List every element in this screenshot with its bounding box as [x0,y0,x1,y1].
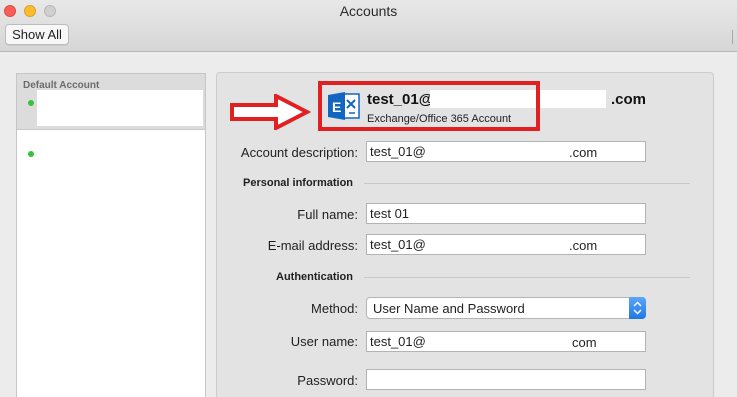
authentication-heading: Authentication [276,271,353,283]
user-name-field[interactable]: test_01@ com [366,331,646,352]
password-label: Password: [297,373,358,388]
status-online-icon [28,151,34,157]
account-list-item[interactable] [17,131,205,171]
account-email-heading-suffix: .com [611,91,647,108]
full-name-field[interactable]: test 01 [366,203,646,224]
method-select[interactable]: User Name and Password [366,297,646,319]
method-label: Method: [311,301,358,316]
red-arrow-icon [230,94,311,130]
method-selected-value: User Name and Password [373,300,525,316]
redacted-area [37,90,203,126]
section-divider [364,183,690,184]
email-address-field[interactable]: test_01@ .com [366,234,646,255]
user-name-suffix: com [572,335,597,350]
accounts-list[interactable]: Default Account [16,73,206,397]
personal-information-heading: Personal information [243,177,354,189]
full-name-label: Full name: [297,207,358,222]
user-name-prefix: test_01@ [370,334,426,349]
account-description-field[interactable]: test_01@ .com [366,141,646,162]
title-bar: Accounts Show All [0,0,737,52]
highlight-box [318,81,540,131]
section-divider [364,277,690,278]
account-description-prefix: test_01@ [370,144,426,159]
show-all-button[interactable]: Show All [5,24,69,45]
email-address-prefix: test_01@ [370,237,426,252]
email-address-suffix: .com [569,238,598,253]
account-description-suffix: .com [569,145,598,160]
status-online-icon [28,100,34,106]
password-field[interactable] [366,369,646,390]
account-description-label: Account description: [240,145,358,160]
window-title: Accounts [339,3,398,19]
account-list-item-default[interactable]: Default Account [17,74,205,130]
email-address-label: E-mail address: [267,238,358,253]
select-stepper-icon[interactable] [629,297,646,319]
toolbar-edge [732,30,733,44]
user-name-label: User name: [290,334,358,349]
